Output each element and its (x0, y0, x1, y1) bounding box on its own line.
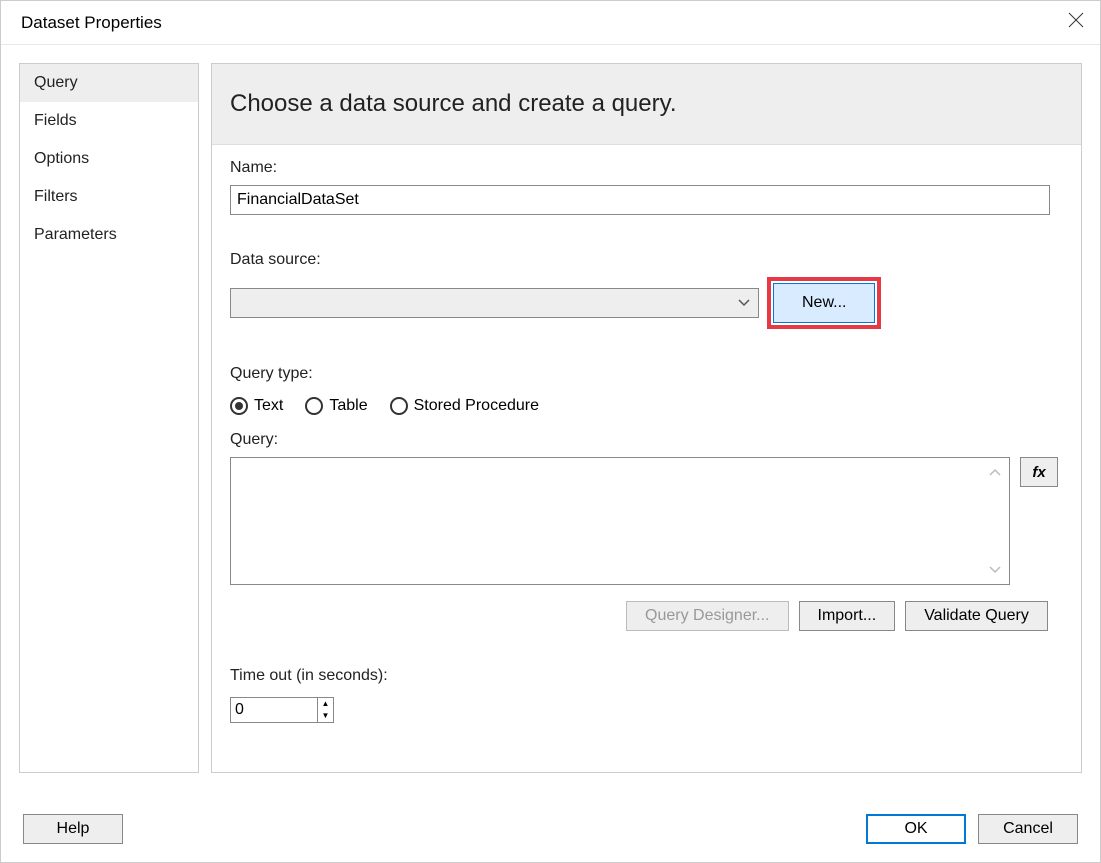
query-row: fx (230, 457, 1063, 585)
spin-arrows: ▲ ▼ (318, 697, 334, 723)
import-button[interactable]: Import... (799, 601, 896, 631)
data-source-row: New... (230, 277, 1063, 329)
sidebar-item-query[interactable]: Query (20, 64, 198, 102)
dataset-properties-dialog: Dataset Properties Query Fields Options … (0, 0, 1101, 863)
name-label: Name: (230, 159, 1063, 177)
timeout-label: Time out (in seconds): (230, 667, 1063, 685)
close-icon (1068, 12, 1084, 28)
data-source-select[interactable] (230, 288, 759, 318)
main-heading: Choose a data source and create a query. (212, 64, 1081, 145)
titlebar: Dataset Properties (1, 1, 1100, 45)
spin-up-icon[interactable]: ▲ (318, 698, 333, 710)
sidebar-item-filters[interactable]: Filters (20, 178, 198, 216)
data-source-label: Data source: (230, 251, 1063, 269)
close-button[interactable] (1044, 12, 1084, 33)
query-designer-button[interactable]: Query Designer... (626, 601, 789, 631)
expression-button[interactable]: fx (1020, 457, 1058, 487)
validate-query-button[interactable]: Validate Query (905, 601, 1048, 631)
radio-stored-procedure[interactable]: Stored Procedure (390, 397, 539, 415)
new-button-highlight: New... (767, 277, 881, 329)
query-buttons-row: Query Designer... Import... Validate Que… (626, 601, 1063, 631)
radio-text[interactable]: Text (230, 397, 283, 415)
radio-icon (305, 397, 323, 415)
scroll-up-icon[interactable] (985, 460, 1005, 484)
query-type-radios: Text Table Stored Procedure (230, 397, 1063, 415)
radio-icon (390, 397, 408, 415)
dialog-bottom-row: Help OK Cancel (23, 814, 1078, 844)
dialog-body: Query Fields Options Filters Parameters … (1, 45, 1100, 791)
timeout-input[interactable] (230, 697, 318, 723)
sidebar-item-fields[interactable]: Fields (20, 102, 198, 140)
fx-icon: fx (1032, 464, 1045, 481)
cancel-button[interactable]: Cancel (978, 814, 1078, 844)
query-textarea[interactable] (230, 457, 1010, 585)
radio-icon (230, 397, 248, 415)
bottom-right-buttons: OK Cancel (866, 814, 1078, 844)
sidebar-item-options[interactable]: Options (20, 140, 198, 178)
scroll-down-icon[interactable] (985, 558, 1005, 582)
main-content: Name: Data source: New... (212, 145, 1081, 723)
ok-button[interactable]: OK (866, 814, 966, 844)
spin-down-icon[interactable]: ▼ (318, 710, 333, 722)
radio-table[interactable]: Table (305, 397, 367, 415)
help-button[interactable]: Help (23, 814, 123, 844)
dialog-title: Dataset Properties (21, 13, 162, 33)
sidebar-item-parameters[interactable]: Parameters (20, 216, 198, 254)
main-panel: Choose a data source and create a query.… (211, 63, 1082, 773)
chevron-down-icon (738, 294, 750, 312)
query-type-label: Query type: (230, 365, 1063, 383)
query-label: Query: (230, 431, 1063, 449)
new-data-source-button[interactable]: New... (773, 283, 875, 323)
sidebar: Query Fields Options Filters Parameters (19, 63, 199, 773)
name-input[interactable] (230, 185, 1050, 215)
timeout-spinner: ▲ ▼ (230, 697, 1063, 723)
